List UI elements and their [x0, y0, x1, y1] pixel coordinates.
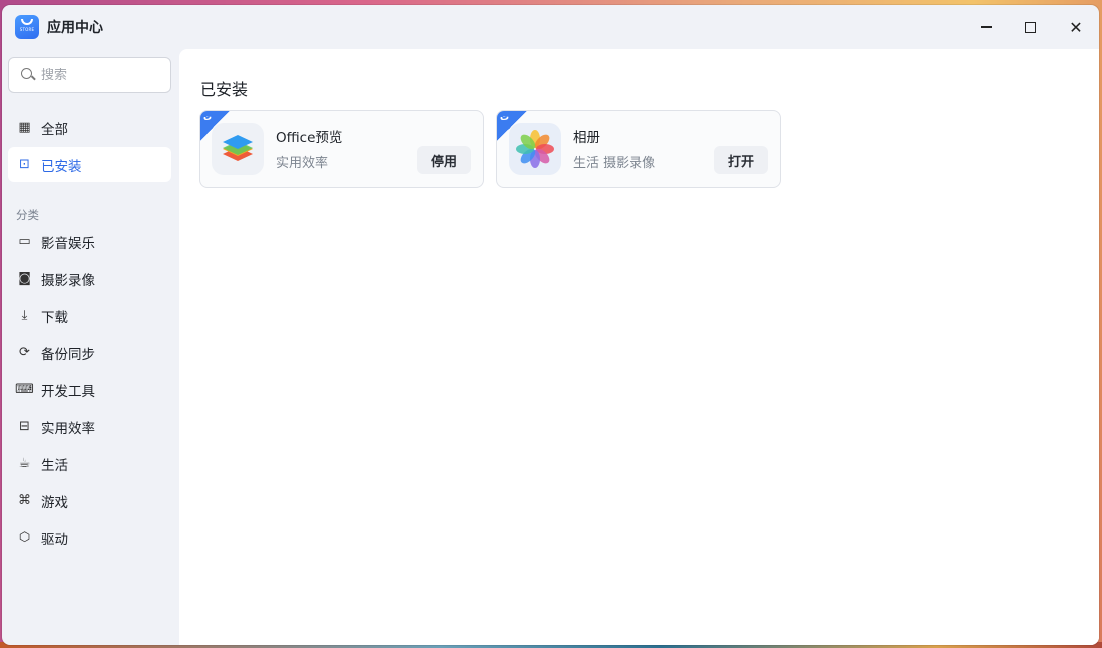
main-content: 已安装 ت Office预览 实用效率 停用 ت 相册 生活 摄影录像 打开	[179, 49, 1099, 645]
app-category: 生活 摄影录像	[573, 156, 656, 171]
photos-flower-icon	[509, 123, 561, 175]
minimize-button[interactable]	[974, 15, 998, 39]
cup-icon: ☕	[18, 456, 31, 471]
sidebar-item-devtools[interactable]: ⌨ 开发工具	[8, 372, 171, 407]
title-bar: STORE 应用中心 ✕	[2, 5, 1099, 49]
store-smile-icon: STORE	[15, 15, 39, 39]
sidebar-item-backup[interactable]: ⟳ 备份同步	[8, 335, 171, 370]
sidebar: ▦ 全部 ⊡ 已安装 分类 ▭ 影音娱乐 ◙ 摄影录像 ⤓ 下载 ⟳ 备份同步 …	[2, 49, 179, 645]
window-title: 应用中心	[47, 20, 103, 36]
sidebar-item-label: 游戏	[41, 494, 68, 511]
close-button[interactable]: ✕	[1064, 15, 1088, 39]
cube-icon: ⬡	[18, 530, 31, 545]
sidebar-item-installed[interactable]: ⊡ 已安装	[8, 147, 171, 182]
sidebar-item-productivity[interactable]: ⊟ 实用效率	[8, 409, 171, 444]
sidebar-item-label: 备份同步	[41, 346, 95, 363]
disable-button[interactable]: 停用	[417, 146, 471, 174]
app-card[interactable]: ت Office预览 实用效率 停用	[199, 110, 484, 188]
installed-icon: ⊡	[19, 157, 30, 172]
open-button[interactable]: 打开	[714, 146, 768, 174]
app-card[interactable]: ت 相册 生活 摄影录像 打开	[496, 110, 781, 188]
sidebar-item-label: 影音娱乐	[41, 235, 95, 252]
maximize-button[interactable]	[1018, 15, 1042, 39]
search-icon	[21, 68, 35, 82]
sidebar-item-photography[interactable]: ◙ 摄影录像	[8, 261, 171, 296]
sidebar-item-label: 生活	[41, 457, 68, 474]
app-name: 相册	[573, 130, 600, 146]
app-category: 实用效率	[276, 156, 329, 171]
sync-icon: ⟳	[19, 345, 30, 360]
category-heading: 分类	[16, 208, 39, 222]
download-icon: ⤓	[21, 308, 28, 323]
page-title: 已安装	[200, 80, 249, 99]
camera-icon: ◙	[18, 271, 31, 286]
grid-icon: ▦	[18, 120, 31, 135]
search-box[interactable]	[8, 57, 171, 93]
minimize-icon	[980, 26, 992, 28]
code-icon: ⌨	[15, 382, 34, 397]
search-input[interactable]	[41, 67, 161, 83]
sidebar-item-label: 实用效率	[41, 420, 95, 437]
close-icon: ✕	[1069, 17, 1083, 37]
sidebar-item-label: 全部	[41, 121, 68, 138]
sidebar-item-media[interactable]: ▭ 影音娱乐	[8, 224, 171, 259]
sidebar-item-all[interactable]: ▦ 全部	[8, 110, 171, 145]
video-camera-icon: ▭	[18, 234, 31, 249]
sidebar-item-label: 已安装	[41, 158, 82, 175]
sidebar-item-label: 摄影录像	[41, 272, 95, 289]
gamepad-icon: ⌘	[18, 493, 31, 508]
sidebar-item-label: 下载	[41, 309, 68, 326]
office-layers-icon	[212, 123, 264, 175]
app-center-window: STORE 应用中心 ✕ ▦ 全部 ⊡ 已安装 分类 ▭ 影音娱乐	[2, 5, 1099, 645]
sidebar-item-games[interactable]: ⌘ 游戏	[8, 483, 171, 518]
sidebar-item-label: 驱动	[41, 531, 68, 548]
maximize-icon	[1024, 21, 1036, 33]
app-name: Office预览	[276, 130, 343, 146]
sidebar-item-drivers[interactable]: ⬡ 驱动	[8, 520, 171, 555]
sidebar-item-label: 开发工具	[41, 383, 95, 400]
toolbox-icon: ⊟	[19, 419, 30, 434]
sidebar-item-life[interactable]: ☕ 生活	[8, 446, 171, 481]
sidebar-item-download[interactable]: ⤓ 下载	[8, 298, 171, 333]
